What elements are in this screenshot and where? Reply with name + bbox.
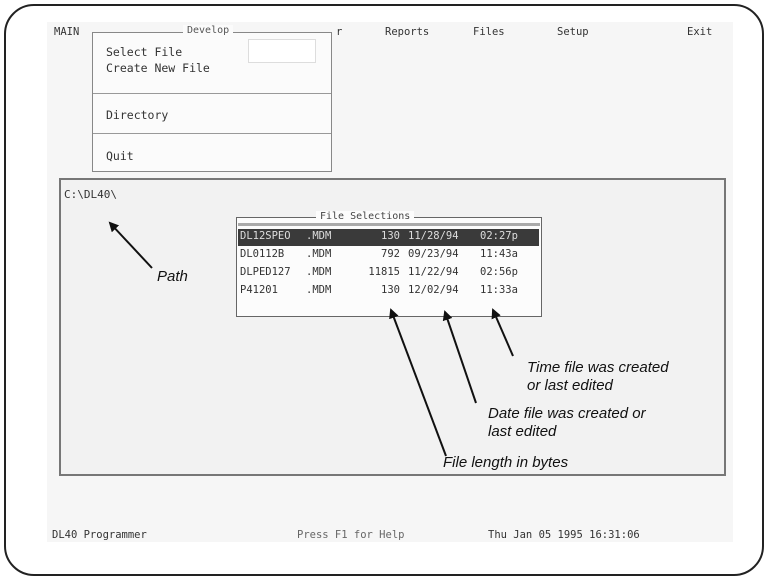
- annotation-arrows: [108, 221, 514, 457]
- annotation-time-line2: or last edited: [527, 377, 613, 394]
- status-datetime: Thu Jan 05 1995 16:31:06: [488, 529, 640, 541]
- date-arrow: [442, 310, 477, 404]
- annotation-date-line2: last edited: [488, 423, 557, 440]
- annotation-time-line1: Time file was created: [527, 359, 669, 376]
- path-arrow: [108, 221, 153, 269]
- annotation-path: Path: [157, 268, 188, 285]
- status-bar: DL40 Programmer Press F1 for Help Thu Ja…: [47, 527, 733, 545]
- status-app-name: DL40 Programmer: [52, 529, 147, 541]
- annotation-date-line1: Date file was created or: [488, 405, 646, 422]
- length-arrow: [389, 308, 447, 457]
- status-help-hint: Press F1 for Help: [297, 529, 405, 541]
- time-arrow: [491, 308, 514, 357]
- annotation-file-length: File length in bytes: [443, 454, 569, 471]
